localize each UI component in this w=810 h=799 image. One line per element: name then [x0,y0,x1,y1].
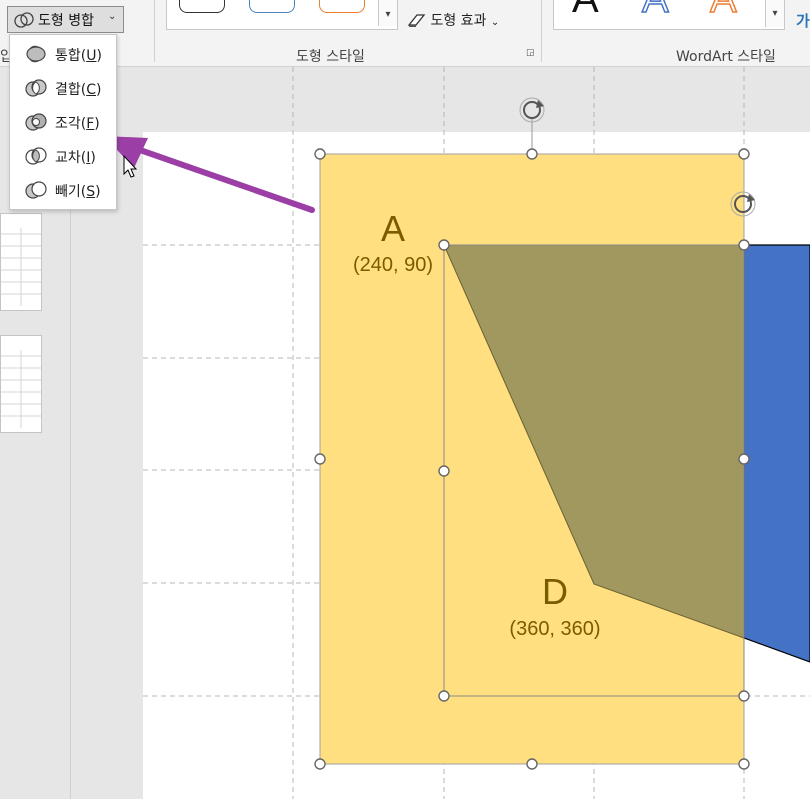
menu-item-key: F [86,116,95,132]
subtract-icon [25,181,47,199]
point-d-label: D [542,571,568,612]
union-icon [26,45,46,63]
intersect-icon [25,147,47,165]
merge-shapes-menu: 통합(U) 결합(C) 조각(F) 교차(I) 빼기(S) [9,34,117,210]
menu-item-union[interactable]: 통합(U) [10,37,116,69]
point-a-coords: (240, 90) [353,254,433,276]
menu-item-subtract[interactable]: 빼기(S) [10,173,116,205]
menu-item-intersect[interactable]: 교차(I) [10,139,116,171]
slide-drawing-layer: A (240, 90) D (360, 360) [104,67,810,799]
point-d-coords: (360, 360) [509,618,600,640]
menu-item-key: S [86,184,96,200]
menu-item-label: 빼기 [55,184,81,200]
menu-item-label: 조각 [55,116,81,132]
rotate-handle-icon[interactable] [519,97,545,123]
menu-item-label: 통합 [55,48,81,64]
fragment-icon [25,113,47,131]
point-a-label: A [381,208,405,249]
menu-item-fragment[interactable]: 조각(F) [10,105,116,137]
menu-item-combine[interactable]: 결합(C) [10,71,116,103]
menu-item-key: C [86,82,97,98]
blue-shape[interactable] [743,244,810,663]
menu-item-key: U [86,48,97,64]
menu-item-label: 교차 [55,150,81,166]
annotation-arrow [104,136,315,213]
combine-icon [25,79,47,97]
menu-item-label: 결합 [55,82,81,98]
menu-item-key: I [86,150,91,166]
